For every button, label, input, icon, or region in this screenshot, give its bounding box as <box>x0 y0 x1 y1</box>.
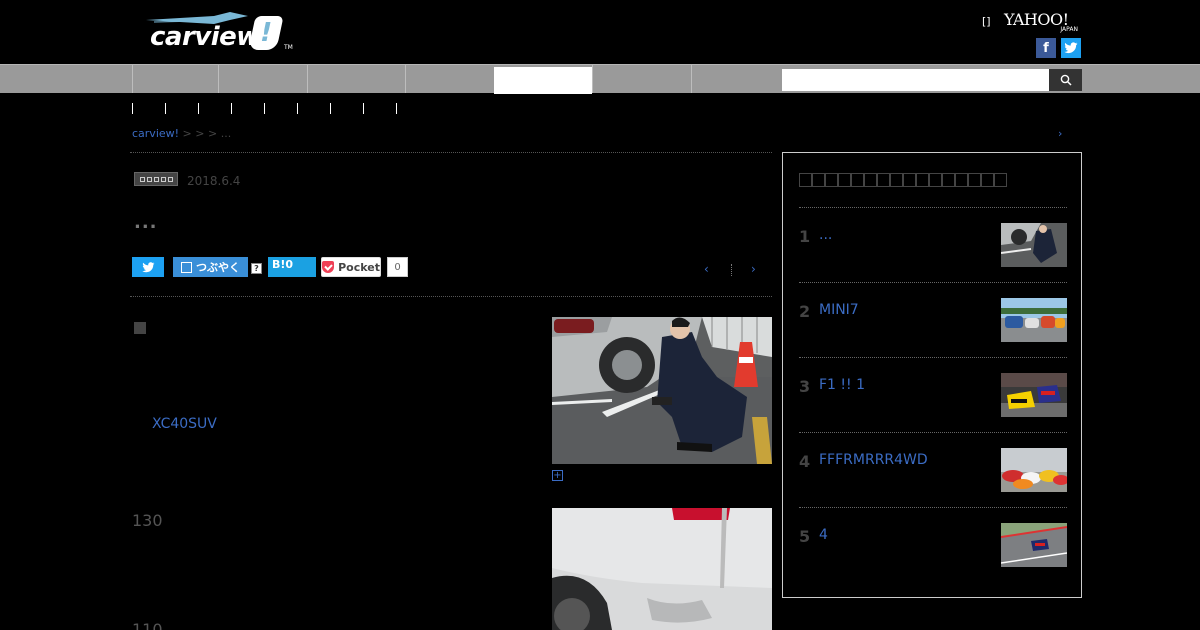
logo-text: carview <box>150 22 260 52</box>
search-input[interactable] <box>782 69 1049 91</box>
article-text-number: 130 <box>132 511 163 530</box>
rank-title[interactable]: F1 !! 1 <box>819 377 865 393</box>
bullet-marker <box>134 322 146 334</box>
nav-item[interactable] <box>307 65 405 93</box>
rank-thumbnail[interactable] <box>1001 223 1067 267</box>
rank-title[interactable]: FFFRMRRR4WD <box>819 452 928 468</box>
search-icon <box>1060 74 1072 86</box>
rank-number: 5 <box>799 527 811 546</box>
nav-item[interactable] <box>218 65 307 93</box>
hatena-bookmark-button[interactable]: B!0 <box>268 257 316 277</box>
rank-number: 1 <box>799 227 811 246</box>
rank-number: 3 <box>799 377 811 396</box>
divider <box>799 432 1067 433</box>
rank-title[interactable]: MINI7 <box>819 302 859 318</box>
pager-divider <box>731 264 734 276</box>
rank-thumbnail[interactable] <box>1001 298 1067 342</box>
rank-title[interactable]: 4 <box>819 527 828 543</box>
article-title: ... <box>134 212 158 233</box>
subnav-divider <box>165 103 166 114</box>
rank-title[interactable]: ... <box>819 227 832 243</box>
prev-page-icon[interactable]: ‹ <box>704 262 709 276</box>
article-link[interactable]: XC40SUV <box>152 416 217 432</box>
tsubuyaku-icon <box>181 261 192 273</box>
nav-item[interactable] <box>405 65 494 93</box>
breadcrumb-current: ... <box>220 127 232 140</box>
rank-thumbnail[interactable] <box>1001 373 1067 417</box>
tweet-button[interactable] <box>132 257 164 277</box>
article-text-number: 110 <box>132 620 163 630</box>
ranking-sidebar: 1 ... 2 MINI7 3 F1 !! 1 4 FFFRMRRR4WD 5 … <box>782 152 1082 598</box>
divider <box>799 207 1067 208</box>
subnav-divider <box>363 103 364 114</box>
search-button[interactable] <box>1049 69 1082 91</box>
nav-item[interactable] <box>132 65 218 93</box>
breadcrumb-next-icon[interactable]: › <box>1058 127 1062 140</box>
pocket-count: 0 <box>387 257 408 277</box>
next-page-icon[interactable]: › <box>751 262 756 276</box>
header-link[interactable]: [] <box>982 15 991 28</box>
help-icon[interactable]: ? <box>251 263 262 274</box>
subnav-divider <box>330 103 331 114</box>
subnav-divider <box>231 103 232 114</box>
article-photo[interactable] <box>552 508 772 630</box>
article-date: 2018.6.4 <box>187 174 241 188</box>
nav-item-active[interactable] <box>494 67 592 94</box>
rank-thumbnail[interactable] <box>1001 523 1067 567</box>
divider <box>130 296 772 297</box>
rank-number: 2 <box>799 302 811 321</box>
pocket-button[interactable]: Pocket <box>321 257 381 277</box>
twitter-icon[interactable] <box>1061 38 1081 58</box>
subnav-divider <box>198 103 199 114</box>
rank-thumbnail[interactable] <box>1001 448 1067 492</box>
rank-number: 4 <box>799 452 811 471</box>
tsubuyaku-button[interactable]: つぶやく <box>173 257 248 277</box>
site-header: carview ! TM [] YAHOO! JAPAN f <box>0 0 1200 64</box>
carview-logo[interactable]: carview ! TM <box>140 8 300 56</box>
subnav-divider <box>132 103 133 114</box>
facebook-icon[interactable]: f <box>1036 38 1056 58</box>
divider <box>799 282 1067 283</box>
divider <box>799 507 1067 508</box>
twitter-icon <box>141 261 154 272</box>
sidebar-title <box>799 173 1007 189</box>
subnav-divider <box>396 103 397 114</box>
pocket-icon <box>322 261 335 273</box>
global-nav <box>0 64 1200 94</box>
nav-item[interactable] <box>691 65 780 93</box>
breadcrumb: carview! > > > ... <box>132 127 232 140</box>
breadcrumb-home[interactable]: carview! <box>132 127 179 140</box>
subnav-divider <box>264 103 265 114</box>
subnav-divider <box>297 103 298 114</box>
divider <box>130 152 772 153</box>
nav-item[interactable] <box>592 65 691 93</box>
divider <box>799 357 1067 358</box>
category-badge[interactable] <box>134 172 178 186</box>
expand-icon[interactable]: + <box>552 470 563 481</box>
logo-trademark: TM <box>284 44 293 51</box>
article-photo[interactable] <box>552 317 772 464</box>
yahoo-japan-logo[interactable]: YAHOO! JAPAN <box>1004 12 1080 34</box>
logo-bang: ! <box>248 16 284 50</box>
